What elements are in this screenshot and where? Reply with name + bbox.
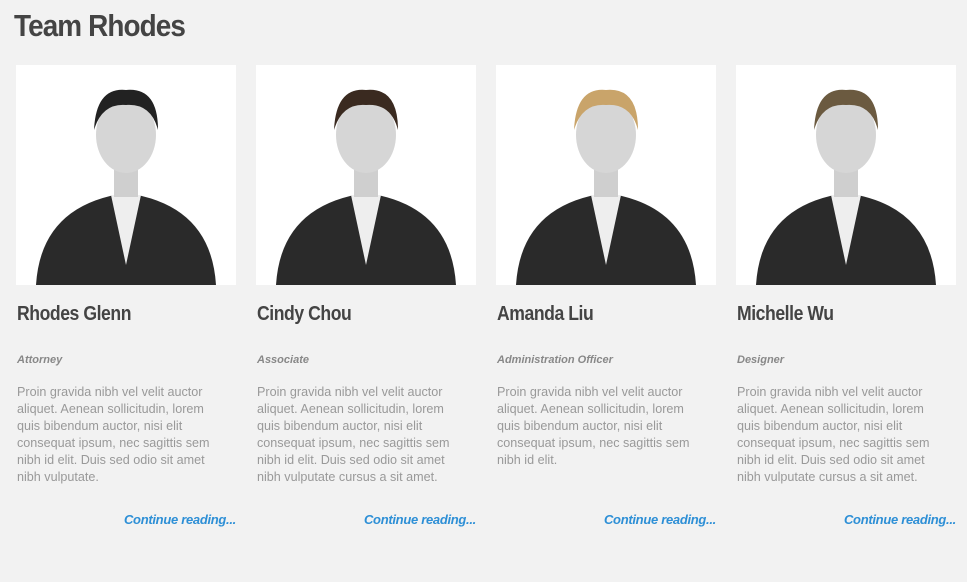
continue-reading-link[interactable]: Continue reading... [844, 512, 956, 527]
bio-line: aliquet. Aenean sollicitudin, lorem [257, 402, 444, 416]
member-photo [16, 65, 236, 285]
member-photo [496, 65, 716, 285]
member-photo [736, 65, 956, 285]
continue-reading-link[interactable]: Continue reading... [364, 512, 476, 527]
bio-line: nibh id elit. [497, 453, 558, 467]
member-role: Designer [737, 354, 785, 366]
bio-line: Proin gravida nibh vel velit auctor [737, 385, 923, 399]
member-role: Attorney [17, 354, 63, 366]
member-photo [256, 65, 476, 285]
bio-line: aliquet. Aenean sollicitudin, lorem [737, 402, 924, 416]
bio-line: Proin gravida nibh vel velit auctor [17, 385, 203, 399]
bio-line: quis bibendum auctor, nisi elit [257, 419, 423, 433]
team-member-card: Rhodes Glenn Attorney Proin gravida nibh… [16, 65, 236, 527]
bio-line: consequat ipsum, nec sagittis sem [497, 436, 690, 450]
bio-line: nibh vulputate cursus a sit amet. [257, 470, 438, 484]
member-role: Administration Officer [497, 354, 613, 366]
member-role: Associate [257, 354, 309, 366]
bio-line: nibh id elit. Duis sed odio sit amet [257, 453, 445, 467]
bio-line: consequat ipsum, nec sagittis sem [17, 436, 210, 450]
page-title: Team Rhodes [14, 8, 186, 43]
continue-reading-link[interactable]: Continue reading... [124, 512, 236, 527]
continue-reading-link[interactable]: Continue reading... [604, 512, 716, 527]
member-name: Cindy Chou [257, 303, 352, 325]
team-member-card: Michelle Wu Designer Proin gravida nibh … [736, 65, 956, 527]
team-member-card: Amanda Liu Administration Officer Proin … [496, 65, 716, 527]
bio-line: consequat ipsum, nec sagittis sem [257, 436, 450, 450]
bio-line: nibh vulputate. [17, 470, 99, 484]
member-bio: Proin gravida nibh vel velit auctor aliqu… [497, 384, 690, 469]
member-name: Amanda Liu [497, 303, 594, 325]
bio-line: Proin gravida nibh vel velit auctor [497, 385, 683, 399]
member-bio: Proin gravida nibh vel velit auctor aliqu… [17, 384, 210, 486]
bio-line: nibh id elit. Duis sed odio sit amet [17, 453, 205, 467]
bio-line: aliquet. Aenean sollicitudin, lorem [497, 402, 684, 416]
bio-line: aliquet. Aenean sollicitudin, lorem [17, 402, 204, 416]
member-name: Michelle Wu [737, 303, 834, 325]
bio-line: quis bibendum auctor, nisi elit [737, 419, 903, 433]
member-name: Rhodes Glenn [17, 303, 132, 325]
bio-line: Proin gravida nibh vel velit auctor [257, 385, 443, 399]
bio-line: nibh id elit. Duis sed odio sit amet [737, 453, 925, 467]
team-member-card: Cindy Chou Associate Proin gravida nibh … [256, 65, 476, 527]
bio-line: consequat ipsum, nec sagittis sem [737, 436, 930, 450]
bio-line: quis bibendum auctor, nisi elit [17, 419, 183, 433]
member-bio: Proin gravida nibh vel velit auctor aliqu… [257, 384, 450, 486]
bio-line: nibh vulputate cursus a sit amet. [737, 470, 918, 484]
bio-line: quis bibendum auctor, nisi elit [497, 419, 663, 433]
member-bio: Proin gravida nibh vel velit auctor aliqu… [737, 384, 930, 486]
